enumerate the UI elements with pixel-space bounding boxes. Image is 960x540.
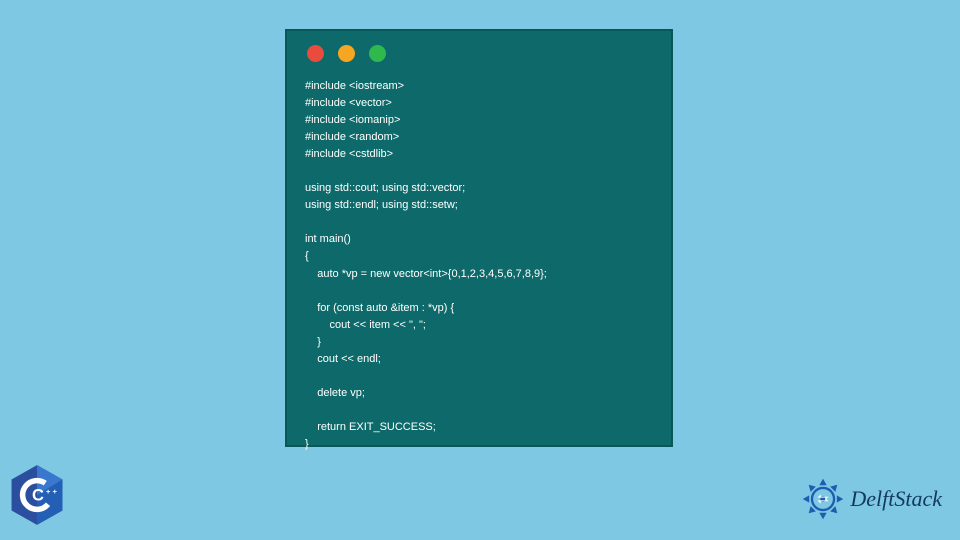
code-block: #include <iostream> #include <vector> #i… [305, 78, 653, 453]
minimize-icon[interactable] [338, 45, 355, 62]
maximize-icon[interactable] [369, 45, 386, 62]
svg-text:+: + [53, 487, 58, 496]
traffic-lights [307, 45, 653, 62]
close-icon[interactable] [307, 45, 324, 62]
cpp-badge-icon: C + + [8, 464, 66, 526]
brand-name: DelftStack [850, 486, 942, 512]
svg-text:+: + [46, 487, 51, 496]
brand-logo: DelftStack [800, 476, 942, 522]
svg-text:C: C [32, 486, 44, 505]
code-window: #include <iostream> #include <vector> #i… [285, 29, 673, 447]
delftstack-icon [800, 476, 846, 522]
